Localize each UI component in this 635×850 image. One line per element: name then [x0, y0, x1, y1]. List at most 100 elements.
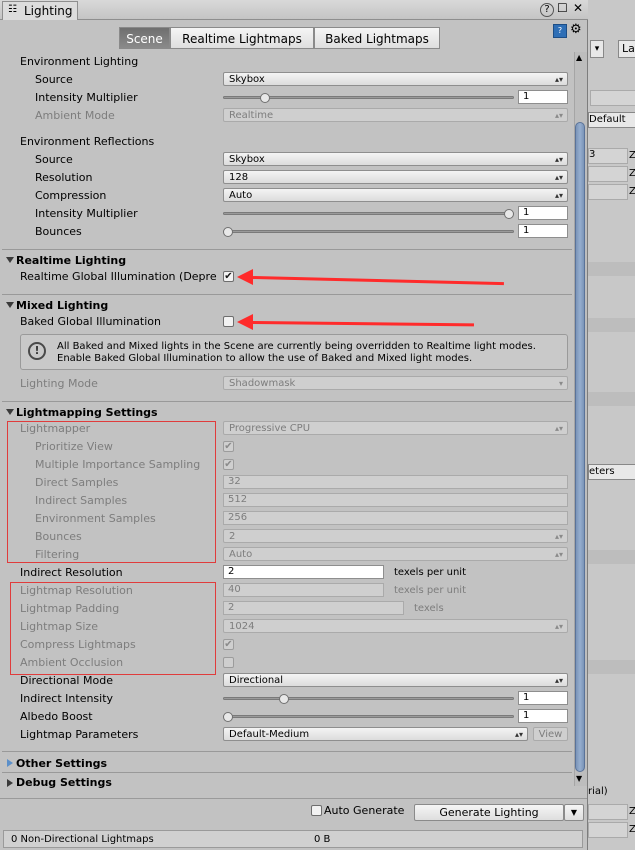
albedo-boost-label: Albedo Boost	[20, 710, 93, 723]
bg-layer-button[interactable]: La	[618, 40, 635, 58]
indirect-intensity-field[interactable]: 1	[518, 691, 568, 705]
prioritize-view-label: Prioritize View	[35, 440, 113, 453]
info-icon: !	[28, 342, 46, 360]
ambient-occlusion-checkbox	[223, 657, 234, 668]
env-ambient-label: Ambient Mode	[35, 109, 115, 122]
realtime-lighting-foldout-icon[interactable]	[6, 257, 14, 263]
realtime-lighting-header[interactable]: Realtime Lighting	[16, 254, 126, 267]
ambient-occlusion-label: Ambient Occlusion	[20, 656, 124, 669]
lightmap-parameters-dropdown[interactable]: Default-Medium ▴▾	[223, 727, 528, 741]
info-line-1: All Baked and Mixed lights in the Scene …	[57, 341, 536, 352]
debug-settings-foldout-icon[interactable]	[7, 779, 13, 787]
auto-generate-label: Auto Generate	[324, 804, 405, 817]
env-samples-label: Environment Samples	[35, 512, 156, 525]
generate-lighting-button[interactable]: Generate Lighting	[414, 804, 564, 821]
lm-bounces-dropdown: 2 ▴▾	[223, 529, 568, 543]
directional-mode-dropdown[interactable]: Directional ▴▾	[223, 673, 568, 687]
refl-source-dropdown[interactable]: Skybox ▴▾	[223, 152, 568, 166]
bg-field	[588, 822, 628, 838]
bg-band	[588, 550, 635, 564]
lightmap-resolution-label: Lightmap Resolution	[20, 584, 133, 597]
tab-baked-lightmaps[interactable]: Baked Lightmaps	[314, 27, 440, 49]
view-button: View	[533, 727, 568, 741]
bg-field	[590, 90, 635, 106]
refl-intensity-slider-track[interactable]	[223, 212, 514, 215]
indirect-intensity-slider-thumb[interactable]	[279, 694, 290, 704]
albedo-boost-slider-thumb[interactable]	[223, 712, 233, 722]
bg-z2: Z	[629, 168, 635, 179]
compress-lightmaps-label: Compress Lightmaps	[20, 638, 136, 651]
indirect-resolution-field[interactable]: 2	[223, 565, 384, 579]
directional-mode-label: Directional Mode	[20, 674, 113, 687]
realtime-gi-checkbox[interactable]: ✔	[223, 271, 234, 282]
lightmap-size-dropdown: 1024 ▴▾	[223, 619, 568, 633]
bg-band	[588, 660, 635, 674]
indirect-resolution-label: Indirect Resolution	[20, 566, 123, 579]
albedo-boost-slider-track[interactable]	[223, 715, 514, 718]
mixed-lighting-foldout-icon[interactable]	[6, 302, 14, 308]
scroll-down-arrow-icon[interactable]: ▼	[576, 774, 582, 783]
refl-bounces-field[interactable]: 1	[518, 224, 568, 238]
settings-gear-icon[interactable]: ⚙	[570, 22, 582, 37]
scrollbar-thumb[interactable]	[575, 122, 585, 772]
auto-generate-checkbox[interactable]	[311, 805, 322, 816]
albedo-boost-field[interactable]: 1	[518, 709, 568, 723]
baked-gi-checkbox[interactable]	[223, 316, 234, 327]
bg-field	[588, 804, 628, 820]
refl-bounces-slider-thumb[interactable]	[223, 227, 233, 237]
window-title: Lighting	[24, 4, 73, 18]
refl-intensity-field[interactable]: 1	[518, 206, 568, 220]
generate-options-dropdown[interactable]: ▼	[564, 804, 584, 821]
red-arrow-shaft	[251, 321, 475, 327]
help-icon[interactable]: ?	[540, 3, 554, 17]
separator	[2, 294, 572, 295]
bg-meters-label: eters	[588, 464, 635, 480]
red-arrow-head	[237, 269, 253, 285]
info-line-2: Enable Baked Global Illumination to allo…	[57, 353, 473, 364]
lighting-mode-label: Lighting Mode	[20, 377, 98, 390]
other-settings-foldout-icon[interactable]	[7, 759, 13, 767]
env-intensity-slider-thumb[interactable]	[259, 93, 270, 103]
status-lightmap-count: 0 Non-Directional Lightmaps	[11, 834, 154, 845]
lightmapping-foldout-icon[interactable]	[6, 409, 14, 415]
refl-bounces-slider-track[interactable]	[223, 230, 514, 233]
env-intensity-field[interactable]: 1	[518, 90, 568, 104]
book-help-icon[interactable]: ?	[553, 24, 567, 38]
lightmapping-header[interactable]: Lightmapping Settings	[16, 406, 158, 419]
lm-bounces-label: Bounces	[35, 530, 82, 543]
separator	[2, 751, 572, 752]
bg-z1: Z	[629, 150, 635, 161]
lightmap-size-label: Lightmap Size	[20, 620, 98, 633]
window-tab[interactable]: ☷ Lighting	[2, 1, 78, 20]
refl-bounces-label: Bounces	[35, 225, 82, 238]
close-icon[interactable]: ✕	[573, 1, 583, 15]
scroll-up-arrow-icon[interactable]: ▲	[576, 53, 582, 62]
direct-samples-label: Direct Samples	[35, 476, 119, 489]
refl-compression-label: Compression	[35, 189, 107, 202]
lighting-tab-icon: ☷	[8, 4, 17, 15]
refl-intensity-slider-thumb[interactable]	[504, 209, 514, 219]
lightmap-resolution-field: 40	[223, 583, 384, 597]
other-settings-header[interactable]: Other Settings	[16, 757, 107, 770]
debug-settings-header[interactable]: Debug Settings	[16, 776, 112, 789]
lightmapper-label: Lightmapper	[20, 422, 91, 435]
indirect-samples-field: 512	[223, 493, 568, 507]
realtime-gi-label: Realtime Global Illumination (Depre	[20, 270, 217, 283]
separator	[2, 772, 572, 773]
lighting-mode-dropdown: Shadowmask ▾	[223, 376, 568, 390]
env-source-dropdown[interactable]: Skybox ▴▾	[223, 72, 568, 86]
refl-resolution-dropdown[interactable]: 128 ▴▾	[223, 170, 568, 184]
tab-scene[interactable]: Scene	[119, 27, 170, 49]
bg-band	[588, 318, 635, 332]
env-intensity-label: Intensity Multiplier	[35, 91, 138, 104]
bg-field	[588, 184, 628, 200]
tab-realtime-lightmaps[interactable]: Realtime Lightmaps	[170, 27, 314, 49]
filtering-label: Filtering	[35, 548, 80, 561]
red-arrow-shaft	[251, 276, 504, 286]
maximize-icon[interactable]: ☐	[557, 1, 568, 15]
mixed-lighting-header[interactable]: Mixed Lighting	[16, 299, 108, 312]
indirect-intensity-slider-track[interactable]	[223, 697, 514, 700]
refl-compression-dropdown[interactable]: Auto ▴▾	[223, 188, 568, 202]
status-bar: 0 Non-Directional Lightmaps 0 B	[3, 830, 583, 848]
separator	[2, 249, 572, 250]
